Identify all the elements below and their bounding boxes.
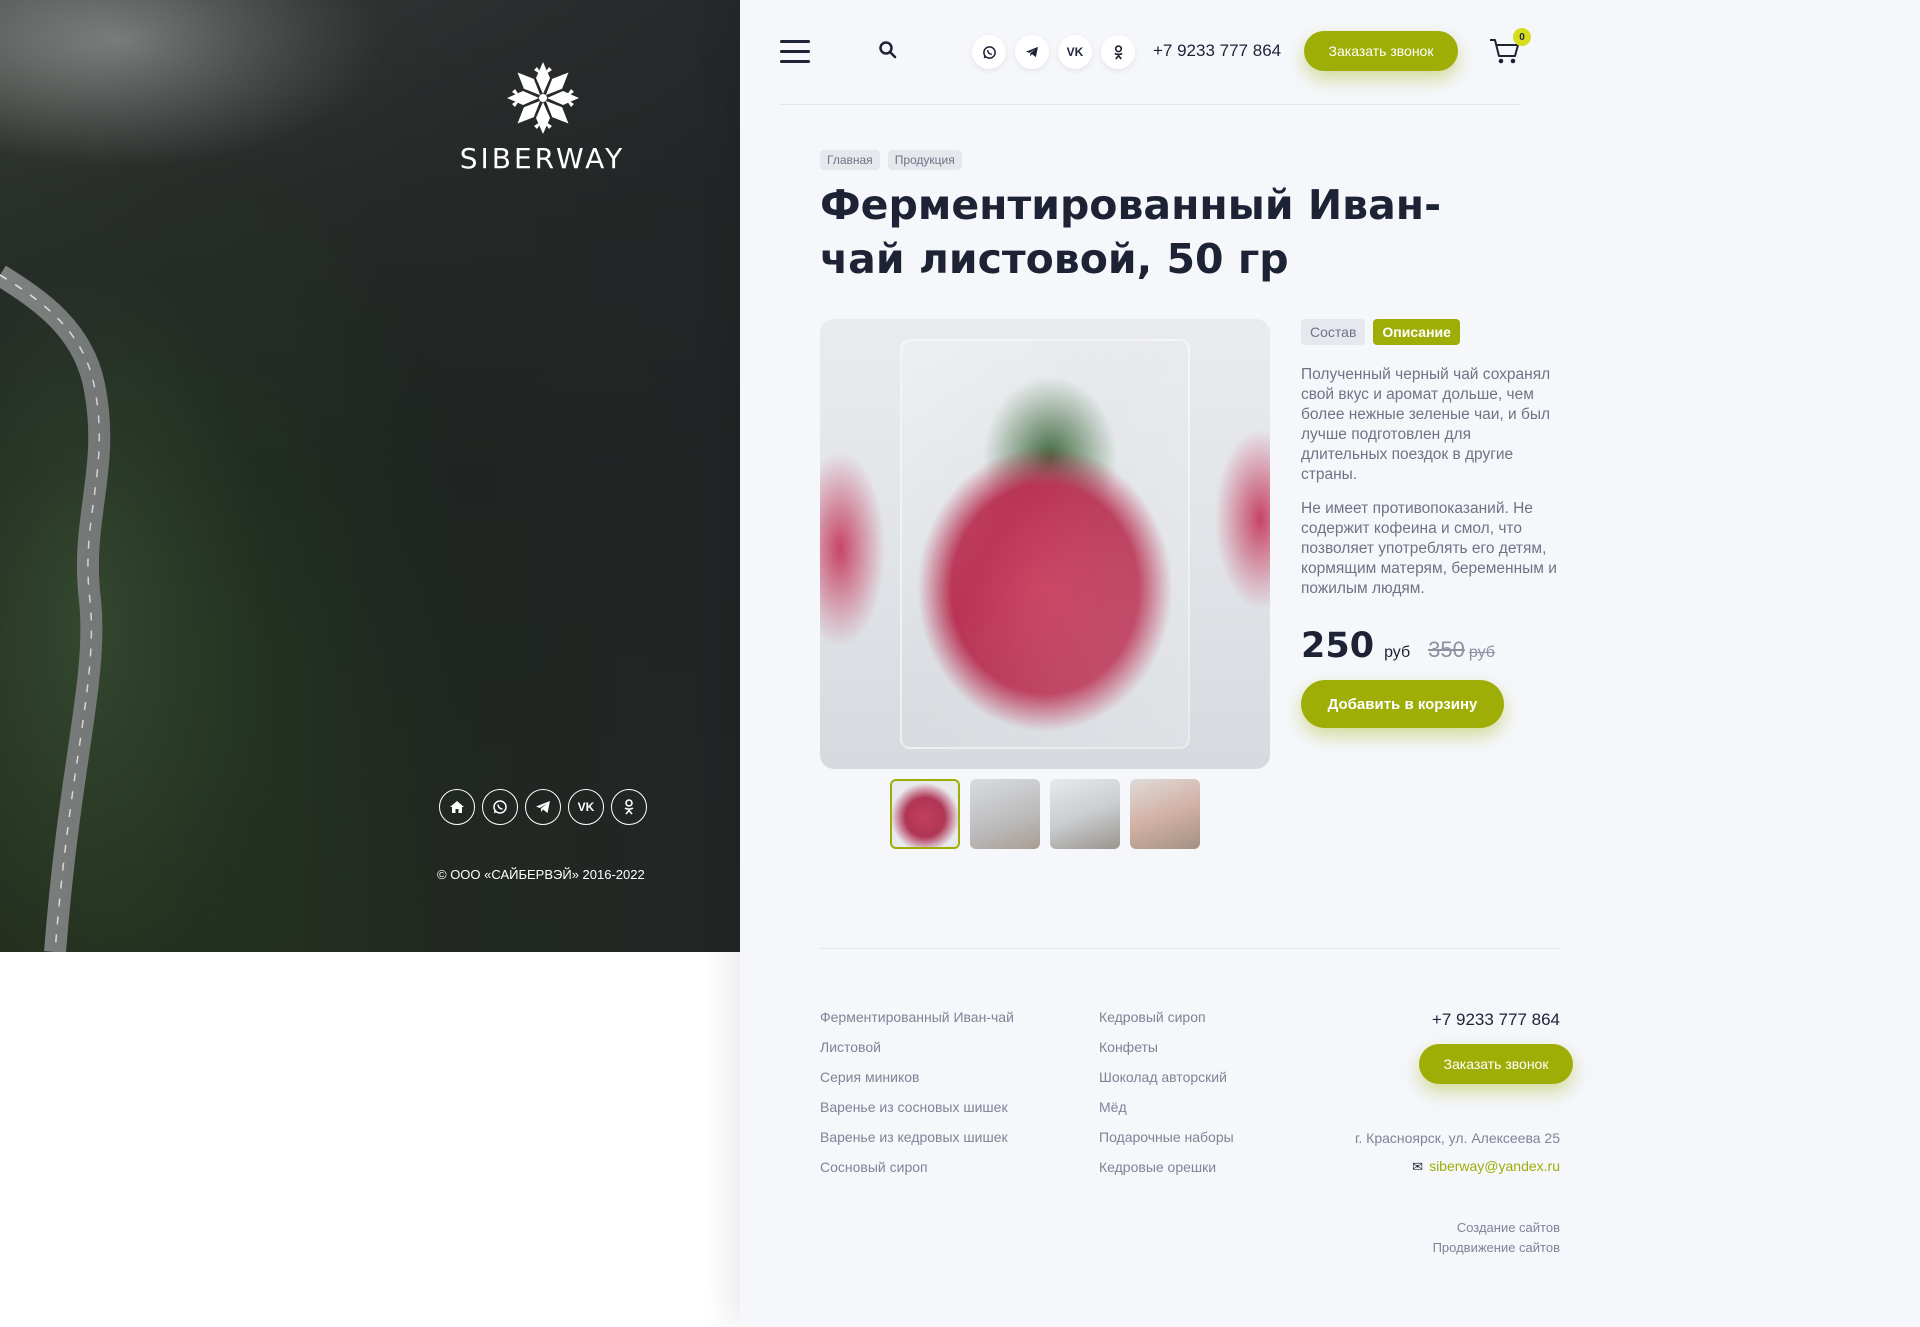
thumbnail-2[interactable] bbox=[970, 779, 1040, 849]
description-paragraph-2: Не имеет противопоказаний. Не содержит к… bbox=[1301, 500, 1557, 597]
header-divider bbox=[780, 104, 1520, 105]
current-price: 250 bbox=[1301, 626, 1375, 666]
hero-panel: SIBERWAY VK © ООО «САЙБЕРВЭЙ» 2016-2022 bbox=[0, 0, 740, 952]
footer-links-col-1: Ферментированный Иван-чай Листовой Серия… bbox=[820, 1009, 1014, 1189]
order-call-button[interactable]: Заказать звонок bbox=[1304, 31, 1458, 71]
thumbnail-1[interactable] bbox=[890, 779, 960, 849]
product-price: 250 руб 350 руб bbox=[1301, 626, 1495, 666]
copyright-text: © ООО «САЙБЕРВЭЙ» 2016-2022 bbox=[437, 867, 645, 882]
thumbnail-4[interactable] bbox=[1130, 779, 1200, 849]
footer-address: г. Красноярск, ул. Алексеева 25 bbox=[1354, 1130, 1560, 1146]
product-main-image[interactable] bbox=[820, 319, 1270, 769]
footer-link[interactable]: Сосновый сироп bbox=[820, 1159, 1014, 1175]
footer-link[interactable]: Варенье из кедровых шишек bbox=[820, 1129, 1014, 1145]
home-icon[interactable] bbox=[439, 789, 475, 825]
footer-credits: Создание сайтов Продвижение сайтов bbox=[1260, 1218, 1560, 1258]
telegram-icon[interactable] bbox=[1015, 35, 1049, 69]
whatsapp-icon[interactable] bbox=[482, 789, 518, 825]
vk-icon[interactable]: VK bbox=[568, 789, 604, 825]
hero-social-links: VK bbox=[439, 789, 647, 825]
thumbnail-3[interactable] bbox=[1050, 779, 1120, 849]
footer-link[interactable]: Серия миников bbox=[820, 1069, 1014, 1085]
envelope-icon: ✉ bbox=[1412, 1159, 1424, 1174]
footer-link[interactable]: Листовой bbox=[820, 1039, 1014, 1055]
old-price: 350 bbox=[1428, 637, 1465, 662]
tab-description[interactable]: Описание bbox=[1373, 319, 1460, 345]
footer-phone[interactable]: +7 9233 777 864 bbox=[1428, 1010, 1560, 1030]
product-thumbnails bbox=[890, 779, 1200, 849]
footer-order-call-button[interactable]: Заказать звонок bbox=[1419, 1044, 1573, 1084]
product-bag-shape bbox=[900, 339, 1190, 749]
footer-links-col-2: Кедровый сироп Конфеты Шоколад авторский… bbox=[1099, 1009, 1234, 1189]
product-description: Полученный черный чай сохранял свой вкус… bbox=[1301, 365, 1561, 613]
brand-logo[interactable]: SIBERWAY bbox=[455, 58, 630, 175]
credit-link-web-dev[interactable]: Создание сайтов bbox=[1260, 1218, 1560, 1238]
footer-link[interactable]: Конфеты bbox=[1099, 1039, 1234, 1055]
menu-burger-icon[interactable] bbox=[780, 40, 810, 64]
old-price-currency: руб bbox=[1468, 644, 1495, 661]
snowflake-logo-icon bbox=[506, 62, 579, 134]
search-icon[interactable] bbox=[878, 40, 898, 60]
footer-link[interactable]: Подарочные наборы bbox=[1099, 1129, 1234, 1145]
breadcrumb-home[interactable]: Главная bbox=[820, 150, 880, 170]
footer-link[interactable]: Кедровый сироп bbox=[1099, 1009, 1234, 1025]
telegram-icon[interactable] bbox=[525, 789, 561, 825]
vk-icon[interactable]: VK bbox=[1058, 35, 1092, 69]
header: VK +7 9233 777 864 Заказать звонок 0 bbox=[740, 0, 1920, 104]
footer-email-text[interactable]: siberway@yandex.ru bbox=[1429, 1158, 1560, 1174]
footer-email[interactable]: ✉ siberway@yandex.ru bbox=[1260, 1158, 1560, 1175]
credit-link-seo[interactable]: Продвижение сайтов bbox=[1260, 1238, 1560, 1258]
footer-link[interactable]: Ферментированный Иван-чай bbox=[820, 1009, 1014, 1025]
footer-link[interactable]: Мёд bbox=[1099, 1099, 1234, 1115]
footer-divider bbox=[820, 948, 1560, 949]
footer-link[interactable]: Варенье из сосновых шишек bbox=[820, 1099, 1014, 1115]
cart-count-badge: 0 bbox=[1513, 28, 1531, 46]
breadcrumb-products[interactable]: Продукция bbox=[887, 150, 962, 170]
current-price-currency: руб bbox=[1384, 644, 1411, 661]
description-paragraph-1: Полученный черный чай сохранял свой вкус… bbox=[1301, 366, 1551, 483]
odnoklassniki-icon[interactable] bbox=[1101, 35, 1135, 69]
page-title: Ферментированный Иван-чай листовой, 50 г… bbox=[820, 181, 1442, 283]
add-to-cart-button[interactable]: Добавить в корзину bbox=[1301, 680, 1504, 728]
brand-name: SIBERWAY bbox=[459, 142, 626, 175]
header-phone[interactable]: +7 9233 777 864 bbox=[1153, 41, 1281, 61]
main-panel: VK +7 9233 777 864 Заказать звонок 0 Гла… bbox=[740, 0, 1920, 1327]
footer-link[interactable]: Шоколад авторский bbox=[1099, 1069, 1234, 1085]
breadcrumb: Главная Продукция bbox=[820, 150, 962, 170]
header-social-links: VK bbox=[972, 35, 1135, 69]
whatsapp-icon[interactable] bbox=[972, 35, 1006, 69]
odnoklassniki-icon[interactable] bbox=[611, 789, 647, 825]
tab-composition[interactable]: Состав bbox=[1301, 319, 1366, 345]
footer-link[interactable]: Кедровые орешки bbox=[1099, 1159, 1234, 1175]
product-tabs: Состав Описание bbox=[1301, 319, 1460, 345]
